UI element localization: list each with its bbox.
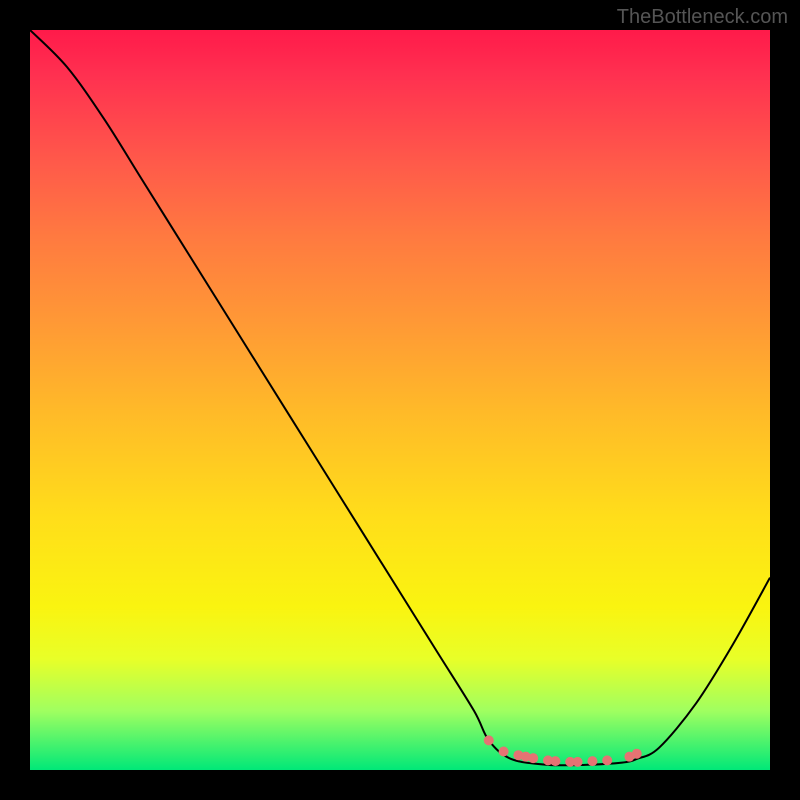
plot-area <box>30 30 770 770</box>
curve-line <box>30 30 770 765</box>
chart-svg <box>30 30 770 770</box>
watermark-text: TheBottleneck.com <box>617 6 788 29</box>
